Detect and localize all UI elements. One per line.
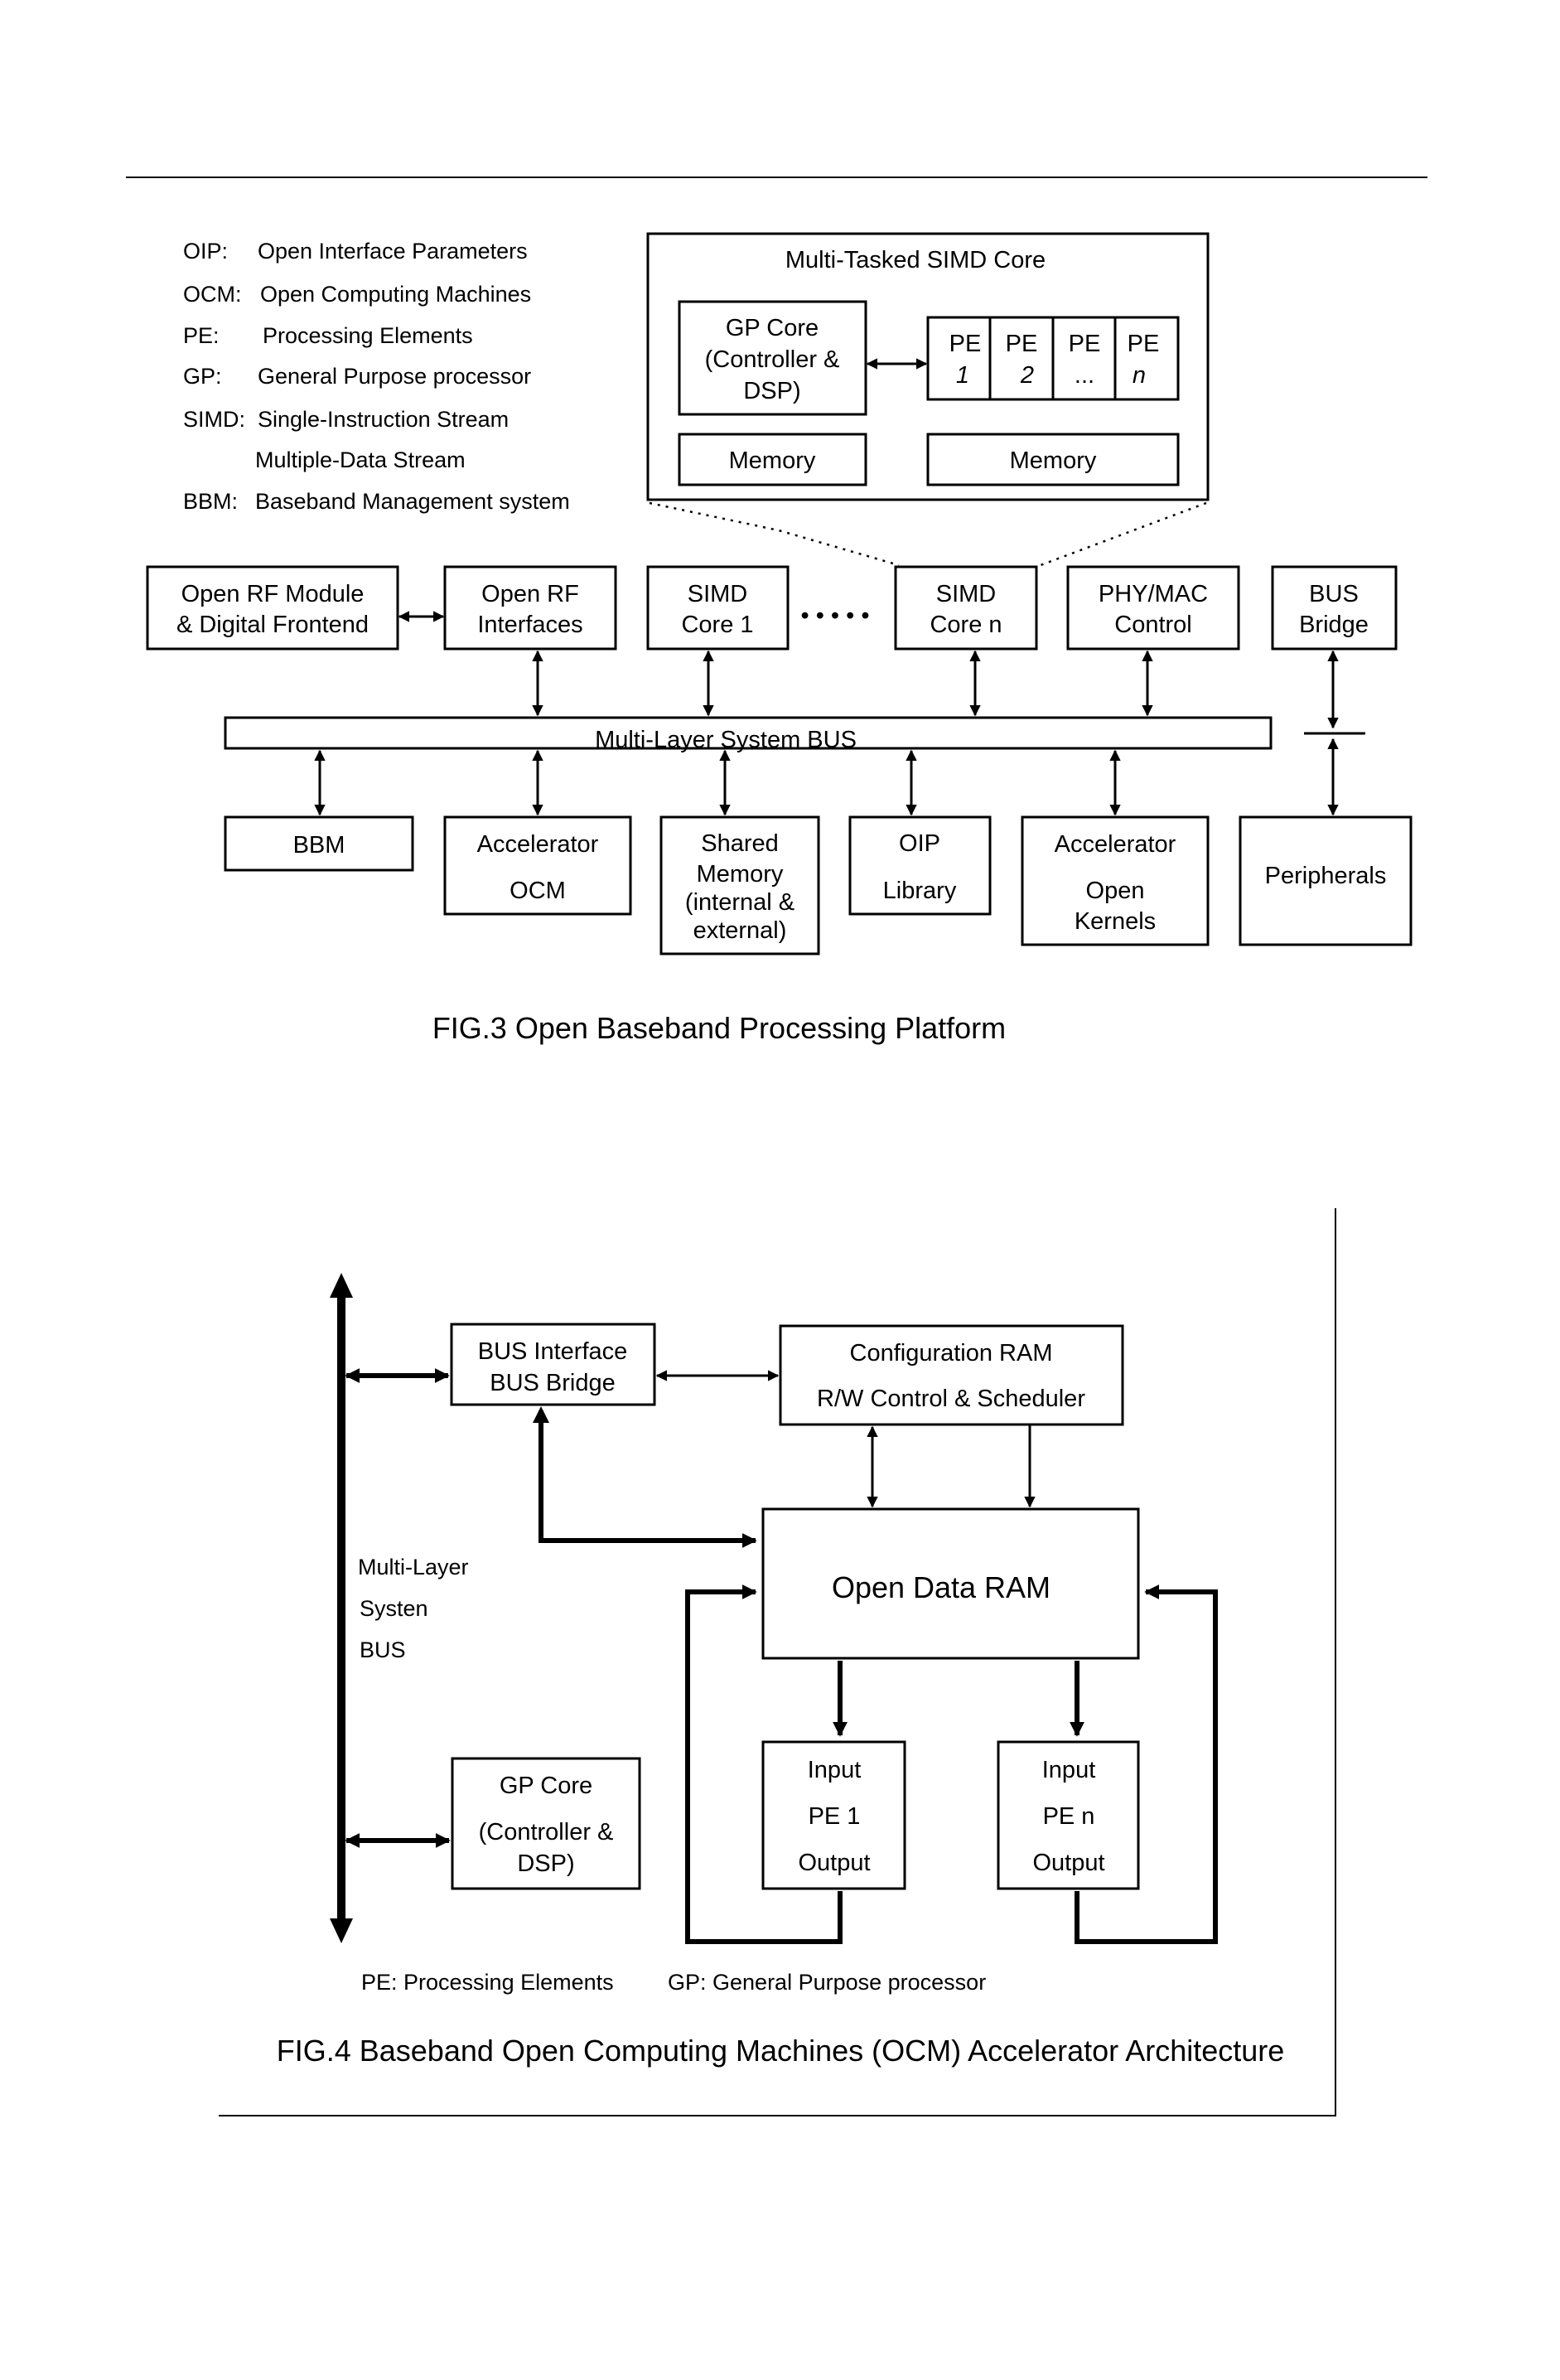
fig4-diagram: Multi-Layer Systen BUS BUS Interface BUS… (219, 1208, 1336, 2116)
bus-interface-label-2: BUS Bridge (490, 1370, 616, 1396)
oip-library-label-2: Library (883, 878, 957, 904)
legend-text: Open Computing Machines (260, 282, 531, 307)
pe-cell-bottom: 2 (1020, 362, 1034, 389)
accelerator-kernels-label-2: Open (1086, 878, 1145, 904)
pe-cell-top: PE (949, 331, 982, 357)
page-canvas: OIP: Open Interface Parameters OCM: Open… (126, 177, 1427, 2116)
zoom-projection-right (1040, 501, 1207, 567)
bus-bridge-label-2: Bridge (1299, 612, 1369, 638)
fig3-top-row: Open RF Module & Digital Frontend Open R… (146, 565, 1398, 651)
legend-abbr: OIP: (183, 239, 228, 264)
phy-mac-label-2: Control (1114, 612, 1192, 638)
simd-cores-ellipsis: • • • • • (801, 602, 870, 629)
simd-core-n-label-1: SIMD (936, 581, 997, 607)
pe1-name-label: PE 1 (809, 1803, 861, 1830)
fig3-diagram: OIP: Open Interface Parameters OCM: Open… (146, 232, 1413, 1045)
zoom-projection-left (649, 501, 900, 567)
accelerator-ocm-label-2: OCM (510, 878, 566, 904)
bus-interface-label-1: BUS Interface (478, 1338, 628, 1365)
open-rf-module-label-1: Open RF Module (181, 581, 365, 607)
legend-abbr: BBM: (183, 489, 238, 514)
bus-label-1: Multi-Layer (358, 1555, 469, 1579)
pe-cell-top: PE (1128, 331, 1160, 357)
legend-abbr: PE: (183, 323, 220, 348)
shared-memory-label-2: Memory (697, 861, 784, 888)
gp-core-label-2: (Controller & (705, 346, 840, 373)
bus-label-3: BUS (360, 1637, 406, 1662)
legend-text: Single-Instruction Stream (258, 407, 509, 432)
open-data-ram-label: Open Data RAM (832, 1570, 1050, 1604)
pe-cell-bottom: ... (1075, 362, 1094, 389)
simd-detail-title: Multi-Tasked SIMD Core (785, 247, 1046, 273)
fig3-bottom-row: BBM Accelerator OCM Shared Memory (inter… (224, 815, 1413, 955)
phy-mac-label-1: PHY/MAC (1099, 581, 1208, 607)
open-rf-interfaces-label-2: Interfaces (477, 612, 582, 638)
shared-memory-label-4: external) (693, 917, 787, 944)
accelerator-ocm-label-1: Accelerator (477, 831, 599, 858)
peripherals-label: Peripherals (1265, 863, 1387, 889)
config-ram-label-2: R/W Control & Scheduler (817, 1386, 1085, 1412)
pe-cell-top: PE (1006, 331, 1038, 357)
system-bus-label: Multi-Layer System BUS (595, 727, 857, 753)
bus-top-arrowhead (330, 1273, 353, 1298)
legend-text: General Purpose processor (258, 364, 531, 389)
pen-name-label: PE n (1043, 1803, 1095, 1830)
bbm-label: BBM (293, 832, 345, 859)
legend-text: Open Interface Parameters (258, 239, 528, 264)
simd-core-1-label-2: Core 1 (681, 612, 753, 638)
gp-core-label-3: DSP) (743, 378, 800, 404)
pe-cell-bottom: 1 (956, 362, 969, 389)
simd-core-n-label-2: Core n (930, 612, 1002, 638)
accelerator-kernels-label-3: Kernels (1075, 908, 1156, 935)
open-rf-module-label-2: & Digital Frontend (176, 612, 369, 638)
pe-cell-bottom: n (1133, 362, 1146, 389)
memory-left-label: Memory (729, 447, 816, 474)
oip-library-label-1: OIP (899, 830, 940, 857)
memory-right-label: Memory (1010, 447, 1097, 474)
bus-label-2: Systen (360, 1596, 428, 1621)
pen-input-label: Input (1042, 1757, 1096, 1783)
simd-core-1-label-1: SIMD (688, 581, 748, 607)
legend-text: Multiple-Data Stream (255, 447, 466, 472)
fig4-gp-core-label-1: GP Core (500, 1773, 592, 1799)
legend-text: Baseband Management system (255, 489, 570, 514)
accelerator-kernels-label-1: Accelerator (1055, 831, 1176, 858)
legend-abbr: OCM: (183, 282, 242, 307)
fig4-legend-gp: GP: General Purpose processor (668, 1970, 986, 1995)
config-ram-label-1: Configuration RAM (850, 1340, 1053, 1367)
simd-core-detail: Multi-Tasked SIMD Core GP Core (Controll… (646, 232, 1210, 501)
pe-cell-top: PE (1069, 331, 1101, 357)
fig4-gp-core-label-3: DSP) (517, 1850, 574, 1877)
fig4-gp-core-label-2: (Controller & (479, 1819, 614, 1845)
shared-memory-label-1: Shared (701, 830, 779, 857)
pen-output-label: Output (1032, 1850, 1104, 1876)
bus-bridge-label-1: BUS (1309, 581, 1359, 607)
interface-up-arrowhead (533, 1406, 549, 1423)
pe1-output-label: Output (798, 1850, 870, 1876)
bus-bottom-arrowhead (330, 1918, 353, 1943)
fig4-caption: FIG.4 Baseband Open Computing Machines (… (277, 2034, 1285, 2068)
fig4-legend-pe: PE: Processing Elements (361, 1970, 614, 1995)
shared-memory-label-3: (internal & (685, 889, 794, 916)
fig3-legend: OIP: Open Interface Parameters OCM: Open… (183, 239, 570, 514)
legend-text: Processing Elements (263, 323, 473, 348)
interface-dataram-arrow (539, 1410, 757, 1548)
legend-abbr: SIMD: (183, 407, 245, 432)
fig3-caption: FIG.3 Open Baseband Processing Platform (432, 1011, 1006, 1045)
gp-core-label-1: GP Core (726, 315, 819, 341)
pe1-input-label: Input (808, 1757, 862, 1783)
open-rf-interfaces-label-1: Open RF (481, 581, 579, 607)
legend-abbr: GP: (183, 364, 222, 389)
